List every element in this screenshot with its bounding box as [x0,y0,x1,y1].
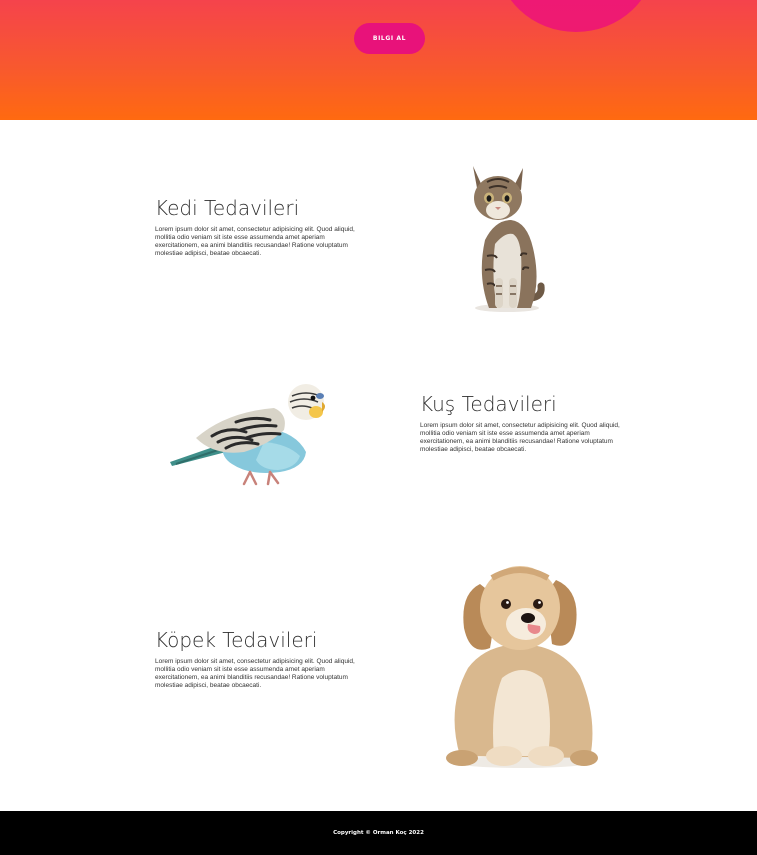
puppy-photo [446,566,598,768]
section-title: Kuş Tedavileri [420,392,557,416]
footer: Copyright © Orman Koç 2022 [0,811,757,855]
budgie-photo [170,384,325,486]
cat-photo [473,166,545,312]
section-description: Lorem ipsum dolor sit amet, consectetur … [155,226,355,257]
section-title: Kedi Tedavileri [155,196,300,220]
bird-treatment-text: Kuş Tedavileri Lorem ipsum dolor sit ame… [420,392,635,454]
cat-treatment-section: Kedi Tedavileri Lorem ipsum dolor sit am… [0,120,757,350]
get-info-button[interactable]: BILGI AL [354,23,425,54]
decorative-circle [496,0,656,32]
dog-treatment-text: Köpek Tedavileri Lorem ipsum dolor sit a… [155,628,370,690]
copyright-text: Copyright © Orman Koç 2022 [333,830,424,836]
hero-banner: BILGI AL [0,0,757,120]
dog-treatment-section: Köpek Tedavileri Lorem ipsum dolor sit a… [0,540,757,811]
cat-treatment-text: Kedi Tedavileri Lorem ipsum dolor sit am… [155,196,370,258]
section-description: Lorem ipsum dolor sit amet, consectetur … [420,422,620,453]
section-description: Lorem ipsum dolor sit amet, consectetur … [155,658,355,689]
bird-treatment-section: Kuş Tedavileri Lorem ipsum dolor sit ame… [0,350,757,540]
section-title: Köpek Tedavileri [155,628,318,652]
